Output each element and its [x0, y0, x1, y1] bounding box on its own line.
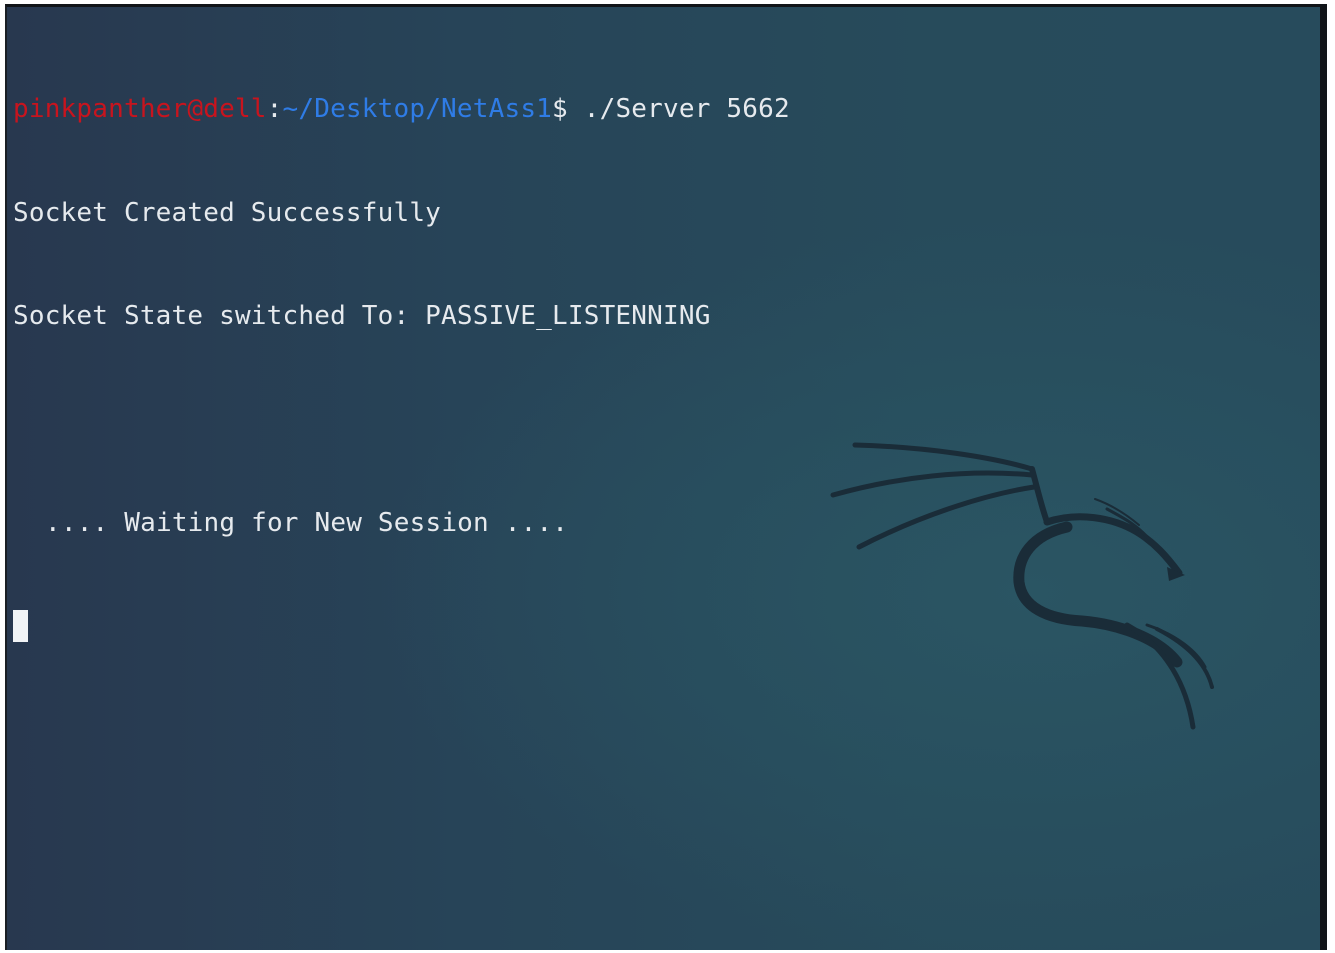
- output-line: .... Waiting for New Session ....: [45, 508, 569, 538]
- prompt-symbol: $: [552, 94, 568, 124]
- cursor-line: [13, 609, 790, 645]
- prompt-user-host: pinkpanther@dell: [13, 94, 267, 124]
- command-text: ./Server 5662: [567, 94, 790, 124]
- output-line: Socket State switched To: PASSIVE_LISTEN…: [13, 301, 711, 331]
- terminal-window[interactable]: pinkpanther@dell:~/Desktop/NetAss1$ ./Se…: [5, 4, 1327, 950]
- command-line: pinkpanther@dell:~/Desktop/NetAss1$ ./Se…: [13, 92, 790, 127]
- prompt-separator: :: [266, 94, 283, 124]
- terminal-output[interactable]: pinkpanther@dell:~/Desktop/NetAss1$ ./Se…: [13, 23, 790, 713]
- output-line: Socket Created Successfully: [13, 197, 442, 228]
- prompt-path: ~/Desktop/NetAss1: [282, 94, 553, 124]
- text-cursor: [13, 609, 28, 642]
